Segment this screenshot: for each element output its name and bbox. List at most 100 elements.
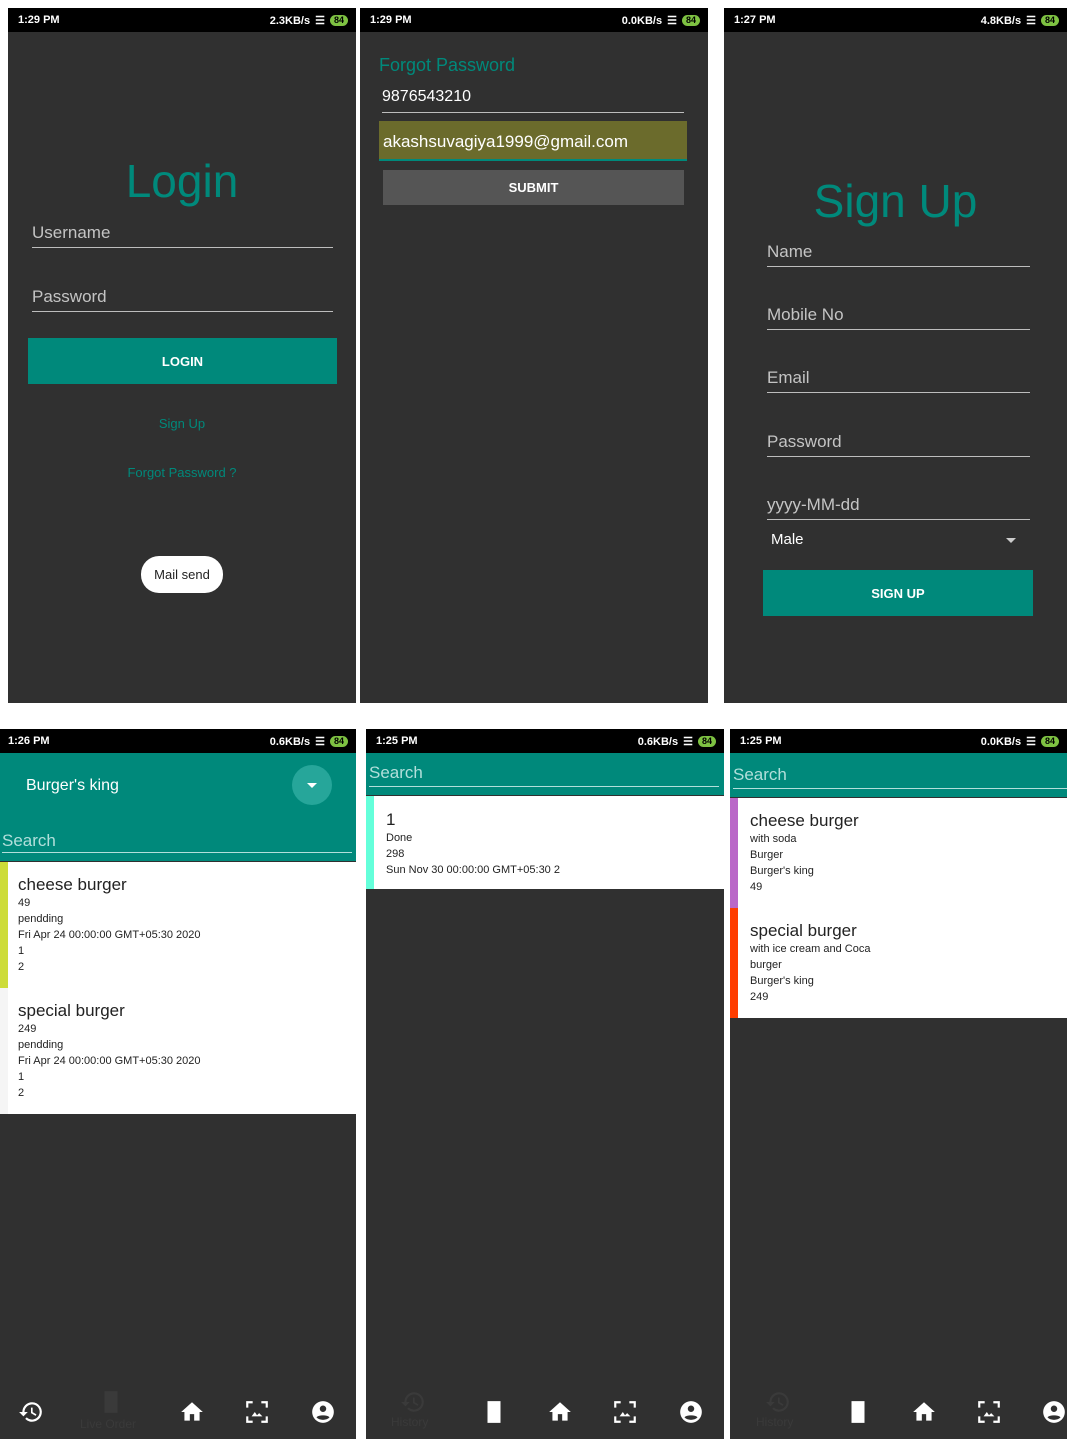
image-frame-icon[interactable] bbox=[244, 1399, 270, 1425]
network-speed: 0.6KB/s bbox=[269, 735, 311, 748]
nav-label-history: History bbox=[391, 1415, 429, 1429]
mobile-placeholder: Mobile No bbox=[767, 305, 844, 324]
order-date: Sun Nov 30 00:00:00 GMT+05:30 2 bbox=[386, 864, 560, 876]
wifi-icon: ☰ bbox=[315, 15, 325, 27]
order-id: 1 bbox=[386, 810, 396, 829]
header-bar: Search bbox=[366, 753, 724, 795]
item-status: pendding bbox=[18, 913, 64, 925]
battery-icon: 84 bbox=[329, 15, 348, 26]
item-shop: Burger's king bbox=[750, 865, 814, 877]
item-status: pendding bbox=[18, 1039, 64, 1051]
status-stripe bbox=[0, 862, 8, 988]
header-bar: Burger's king Search bbox=[0, 753, 356, 861]
wifi-icon: ☰ bbox=[315, 736, 325, 748]
item-desc: with ice cream and Coca bbox=[750, 943, 871, 955]
home-icon[interactable] bbox=[911, 1399, 937, 1425]
password-placeholder: Password bbox=[32, 287, 107, 306]
toast-message: Mail send bbox=[141, 556, 223, 593]
order-amount: 298 bbox=[386, 848, 405, 860]
page-title: Sign Up bbox=[813, 175, 978, 227]
forgot-password-link[interactable]: Forgot Password ? bbox=[8, 465, 356, 480]
login-button[interactable]: LOGIN bbox=[28, 338, 337, 384]
email-placeholder: Email bbox=[767, 368, 810, 387]
email-input[interactable]: Email bbox=[767, 362, 1030, 393]
search-input[interactable]: Search bbox=[369, 763, 719, 787]
bottom-nav: History bbox=[730, 1389, 1067, 1439]
date-input[interactable]: yyyy-MM-dd bbox=[767, 489, 1030, 520]
name-input[interactable]: Name bbox=[767, 236, 1030, 267]
network-speed: 4.8KB/s bbox=[980, 14, 1022, 27]
home-icon[interactable] bbox=[547, 1399, 573, 1425]
book-icon[interactable] bbox=[845, 1399, 871, 1425]
image-frame-icon[interactable] bbox=[612, 1399, 638, 1425]
home-icon[interactable] bbox=[179, 1399, 205, 1425]
name-placeholder: Name bbox=[767, 242, 813, 261]
status-time: 1:29 PM bbox=[370, 14, 412, 26]
account-icon[interactable] bbox=[310, 1399, 336, 1425]
status-stripe bbox=[366, 796, 374, 889]
bottom-nav: Live Order bbox=[0, 1389, 356, 1439]
phone-value: 9876543210 bbox=[382, 88, 471, 105]
account-icon[interactable] bbox=[1041, 1399, 1067, 1425]
history-icon[interactable] bbox=[400, 1389, 426, 1415]
book-icon[interactable] bbox=[98, 1389, 124, 1415]
network-speed: 0.0KB/s bbox=[621, 14, 663, 27]
wifi-icon: ☰ bbox=[1026, 736, 1036, 748]
item-price: 49 bbox=[18, 897, 31, 909]
list-item[interactable]: special burger 249 pendding Fri Apr 24 0… bbox=[0, 988, 356, 1114]
item-price: 249 bbox=[18, 1023, 37, 1035]
history-screen: 1:25 PM 0.6KB/s ☰ 84 Search 1 Done 298 S… bbox=[366, 729, 724, 1439]
gender-selected: Male bbox=[771, 531, 804, 548]
status-bar: 1:29 PM 2.3KB/s ☰ 84 bbox=[8, 8, 356, 32]
status-time: 1:26 PM bbox=[8, 735, 50, 747]
gender-dropdown[interactable]: Male bbox=[767, 528, 1030, 552]
item-date: Fri Apr 24 00:00:00 GMT+05:30 2020 bbox=[18, 1055, 201, 1067]
list-item[interactable]: cheese burger 49 pendding Fri Apr 24 00:… bbox=[0, 862, 356, 988]
submit-button[interactable]: SUBMIT bbox=[383, 170, 684, 205]
date-placeholder: yyyy-MM-dd bbox=[767, 495, 860, 514]
username-input[interactable]: Username bbox=[32, 216, 333, 248]
history-icon[interactable] bbox=[765, 1389, 791, 1415]
battery-icon: 84 bbox=[681, 15, 700, 26]
category-stripe bbox=[730, 798, 738, 908]
order-status: Done bbox=[386, 832, 413, 844]
restaurant-dropdown-button[interactable] bbox=[292, 765, 332, 805]
status-time: 1:25 PM bbox=[376, 735, 418, 747]
item-extra: 2 bbox=[18, 1087, 25, 1099]
item-name: special burger bbox=[750, 921, 857, 940]
account-icon[interactable] bbox=[678, 1399, 704, 1425]
item-name: cheese burger bbox=[18, 875, 127, 894]
live-orders-screen: 1:26 PM 0.6KB/s ☰ 84 Burger's king Searc… bbox=[0, 729, 356, 1439]
network-speed: 0.6KB/s bbox=[637, 735, 679, 748]
book-icon[interactable] bbox=[481, 1399, 507, 1425]
header-bar: Search bbox=[730, 753, 1067, 797]
item-qty: 1 bbox=[18, 945, 25, 957]
password-input[interactable]: Password bbox=[767, 426, 1030, 457]
email-value: akashsuvagiya1999@gmail.com bbox=[383, 132, 628, 151]
wifi-icon: ☰ bbox=[683, 736, 693, 748]
list-item[interactable]: special burger with ice cream and Coca b… bbox=[730, 908, 1067, 1018]
history-icon[interactable] bbox=[18, 1399, 44, 1425]
status-time: 1:27 PM bbox=[734, 14, 776, 26]
network-speed: 0.0KB/s bbox=[980, 735, 1022, 748]
item-extra: 2 bbox=[18, 961, 25, 973]
wifi-icon: ☰ bbox=[667, 15, 677, 27]
menu-screen: 1:25 PM 0.0KB/s ☰ 84 Search cheese burge… bbox=[730, 729, 1067, 1439]
image-frame-icon[interactable] bbox=[976, 1399, 1002, 1425]
forgot-password-screen: 1:29 PM 0.0KB/s ☰ 84 Forgot Password 987… bbox=[360, 8, 708, 703]
list-item[interactable]: 1 Done 298 Sun Nov 30 00:00:00 GMT+05:30… bbox=[366, 796, 724, 889]
status-bar: 1:29 PM 0.0KB/s ☰ 84 bbox=[360, 8, 708, 32]
item-price: 49 bbox=[750, 881, 763, 893]
signup-link[interactable]: Sign Up bbox=[8, 416, 356, 431]
list-item[interactable]: cheese burger with soda Burger Burger's … bbox=[730, 798, 1067, 908]
search-input[interactable]: Search bbox=[733, 765, 1067, 789]
battery-icon: 84 bbox=[329, 736, 348, 747]
mobile-input[interactable]: Mobile No bbox=[767, 299, 1030, 330]
bottom-nav: History bbox=[366, 1389, 724, 1439]
phone-input[interactable]: 9876543210 bbox=[382, 88, 684, 113]
signup-screen: 1:27 PM 4.8KB/s ☰ 84 Sign Up Name Mobile… bbox=[724, 8, 1067, 703]
email-input[interactable]: akashsuvagiya1999@gmail.com bbox=[379, 121, 687, 161]
search-input[interactable]: Search bbox=[2, 831, 352, 853]
signup-button[interactable]: SIGN UP bbox=[763, 570, 1033, 616]
password-input[interactable]: Password bbox=[32, 280, 333, 312]
